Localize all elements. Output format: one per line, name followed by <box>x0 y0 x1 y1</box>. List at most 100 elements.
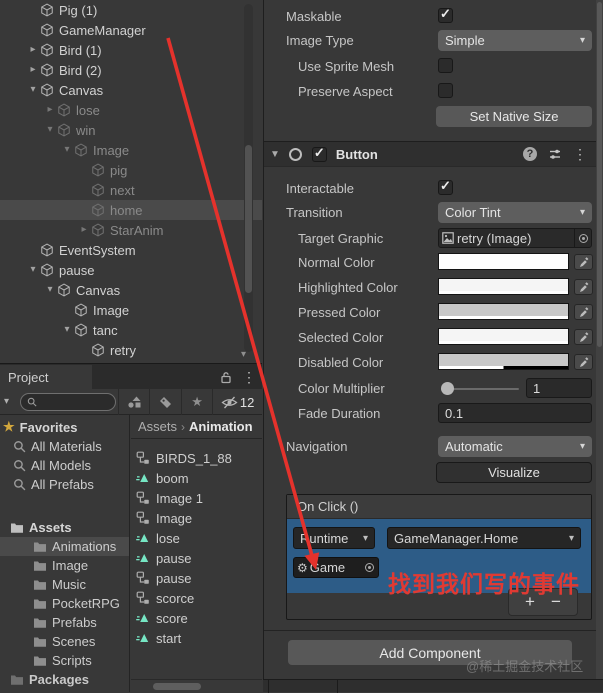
color-swatch[interactable] <box>438 253 569 270</box>
foldout-icon[interactable] <box>43 120 57 140</box>
hierarchy-item[interactable]: Canvas <box>0 80 262 100</box>
handler-function-dropdown[interactable]: GameManager.Home ▾ <box>387 527 581 549</box>
eyedropper-button[interactable] <box>574 279 593 295</box>
color-multiplier-value[interactable]: 1 <box>526 378 592 398</box>
folder-item[interactable]: Animations <box>0 537 129 556</box>
foldout-icon[interactable] <box>26 60 40 80</box>
folder-item[interactable]: PocketRPG <box>0 594 129 613</box>
breadcrumb-current[interactable]: Animation <box>189 419 253 434</box>
asset-file-row[interactable]: score <box>131 608 262 628</box>
asset-file-row[interactable]: scorce <box>131 588 262 608</box>
maskable-checkbox[interactable] <box>438 6 453 23</box>
hierarchy-item[interactable]: Image <box>0 140 262 160</box>
folder-item[interactable]: Scripts <box>0 651 129 670</box>
set-native-size-button[interactable]: Set Native Size <box>436 106 592 127</box>
hierarchy-item[interactable]: StarAnim <box>0 220 262 240</box>
hierarchy-item[interactable]: win <box>0 120 262 140</box>
hierarchy-item[interactable]: retry <box>0 340 262 360</box>
favorites-header[interactable]: ★ Favorites <box>0 415 129 437</box>
event-target-object-field[interactable]: ⚙ Game <box>293 557 379 578</box>
presets-icon[interactable] <box>548 147 562 161</box>
folder-assets-root[interactable]: Assets <box>0 518 129 537</box>
help-icon[interactable]: ? <box>523 147 537 161</box>
asset-file-row[interactable]: Image <box>131 508 262 528</box>
object-picker-icon[interactable] <box>361 558 378 577</box>
scrollbar-thumb[interactable] <box>153 683 201 690</box>
color-swatch[interactable] <box>438 353 569 370</box>
foldout-icon[interactable] <box>43 100 57 120</box>
asset-file-row[interactable]: Image 1 <box>131 488 262 508</box>
foldout-icon[interactable] <box>26 80 40 100</box>
favorite-search-button[interactable]: ★ <box>180 389 212 415</box>
navigation-dropdown[interactable]: Automatic ▾ <box>438 436 592 457</box>
eyedropper-button[interactable] <box>574 354 593 370</box>
foldout-icon[interactable]: ▼ <box>270 149 280 160</box>
image-type-dropdown[interactable]: Simple ▾ <box>438 30 592 51</box>
slider-knob[interactable] <box>441 382 454 395</box>
hierarchy-item[interactable]: home <box>0 200 262 220</box>
foldout-icon[interactable] <box>43 280 57 300</box>
lock-icon[interactable] <box>220 371 232 384</box>
folder-item[interactable]: Music <box>0 575 129 594</box>
hierarchy-item[interactable]: tanc <box>0 320 262 340</box>
scrollbar-thumb[interactable] <box>245 145 252 293</box>
folder-item[interactable]: Image <box>0 556 129 575</box>
hierarchy-item[interactable]: Bird (1) <box>0 40 262 60</box>
object-picker-icon[interactable] <box>574 229 591 247</box>
breadcrumb-root[interactable]: Assets <box>138 419 177 434</box>
hidden-packages-button[interactable]: 12 <box>212 389 262 415</box>
hierarchy-item[interactable]: Canvas <box>0 280 262 300</box>
asset-file-row[interactable]: start <box>131 628 262 648</box>
asset-file-row[interactable]: boom <box>131 468 262 488</box>
eyedropper-button[interactable] <box>574 254 593 270</box>
component-enabled-checkbox[interactable] <box>311 145 327 162</box>
folder-packages-root[interactable]: Packages <box>0 670 129 689</box>
asset-file-row[interactable]: BIRDS_1_88 <box>131 448 262 468</box>
interactable-checkbox[interactable] <box>438 178 453 195</box>
search-box[interactable] <box>20 393 116 411</box>
kebab-menu-icon[interactable]: ⋮ <box>573 146 587 163</box>
runtime-mode-dropdown[interactable]: Runtime ▾ <box>293 527 375 549</box>
folder-item[interactable]: Prefabs <box>0 613 129 632</box>
favorite-search-item[interactable]: All Materials <box>0 437 129 456</box>
filter-by-type-button[interactable] <box>118 389 149 415</box>
hierarchy-item[interactable]: GameManager <box>0 20 262 40</box>
filter-by-label-button[interactable] <box>149 389 180 415</box>
hierarchy-scrollbar[interactable] <box>244 4 253 352</box>
scrollbar-thumb[interactable] <box>597 2 602 347</box>
hierarchy-item[interactable]: EventSystem <box>0 240 262 260</box>
foldout-icon[interactable] <box>60 320 74 340</box>
hierarchy-item[interactable]: Bird (2) <box>0 60 262 80</box>
visualize-button[interactable]: Visualize <box>436 462 592 483</box>
asset-file-row[interactable]: pause <box>131 548 262 568</box>
tab-project[interactable]: Project <box>0 365 92 390</box>
favorite-search-item[interactable]: All Prefabs <box>0 475 129 494</box>
color-swatch[interactable] <box>438 303 569 320</box>
kebab-menu-icon[interactable]: ⋮ <box>242 369 256 386</box>
create-menu-caret-icon[interactable]: ▾ <box>4 396 9 407</box>
foldout-icon[interactable] <box>26 40 40 60</box>
inspector-scrollbar[interactable] <box>596 0 603 679</box>
hierarchy-item[interactable]: Pig (1) <box>0 0 262 20</box>
asset-file-row[interactable]: lose <box>131 528 262 548</box>
files-horizontal-scrollbar[interactable] <box>131 679 262 692</box>
color-swatch[interactable] <box>438 328 569 345</box>
foldout-icon[interactable] <box>60 140 74 160</box>
preserve-aspect-checkbox[interactable] <box>438 83 453 98</box>
hierarchy-item[interactable]: pig <box>0 160 262 180</box>
use-sprite-mesh-checkbox[interactable] <box>438 58 453 73</box>
eyedropper-button[interactable] <box>574 304 593 320</box>
foldout-icon[interactable] <box>77 220 91 240</box>
foldout-icon[interactable] <box>26 260 40 280</box>
button-component-header[interactable]: ▼ Button ? ⋮ <box>264 141 597 167</box>
color-swatch[interactable] <box>438 278 569 295</box>
hierarchy-item[interactable]: Image <box>0 300 262 320</box>
target-graphic-field[interactable]: retry (Image) <box>438 228 592 248</box>
transition-dropdown[interactable]: Color Tint ▾ <box>438 202 592 223</box>
asset-file-row[interactable]: pause <box>131 568 262 588</box>
hierarchy-item[interactable]: next <box>0 180 262 200</box>
eyedropper-button[interactable] <box>574 329 593 345</box>
hierarchy-item[interactable]: pause <box>0 260 262 280</box>
search-input[interactable] <box>37 396 107 408</box>
folder-item[interactable]: Scenes <box>0 632 129 651</box>
